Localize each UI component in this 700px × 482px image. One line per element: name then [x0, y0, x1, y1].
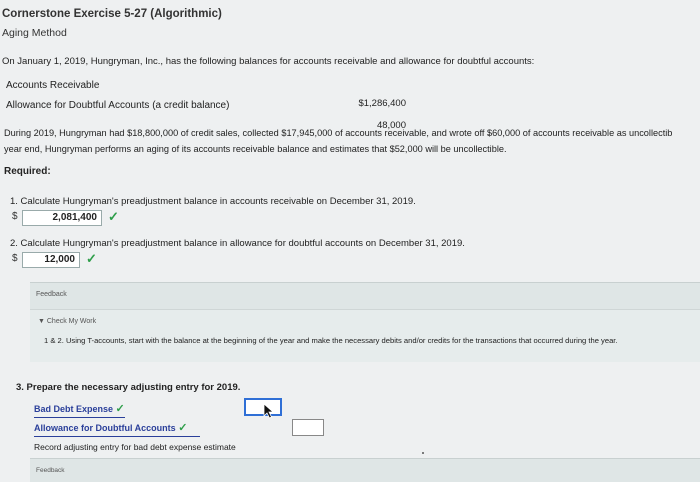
check-icon: ✓ [108, 209, 119, 224]
journal-account-allowance[interactable]: Allowance for Doubtful Accounts ✓ [34, 421, 188, 437]
question-2-answer-input[interactable]: 12,000 [22, 252, 80, 268]
exercise-subtitle: Aging Method [2, 27, 67, 39]
account-label: Allowance for Doubtful Accounts [34, 423, 176, 433]
credit-amount-input[interactable] [292, 419, 324, 436]
entry-divider [34, 436, 200, 437]
question-1-answer-input[interactable]: 2,081,400 [22, 210, 102, 226]
problem-during-line-2: year end, Hungryman performs an aging of… [4, 144, 507, 154]
balance-value-accounts-receivable: $1,286,400 [358, 98, 406, 109]
feedback-label: Feedback [36, 291, 67, 298]
check-my-work-hint: 1 & 2. Using T-accounts, start with the … [44, 336, 618, 345]
balance-label-allowance: Allowance for Doubtful Accounts (a credi… [6, 100, 230, 111]
mouse-cursor-icon [263, 403, 275, 419]
stray-mark [488, 134, 490, 136]
question-1-text: 1. Calculate Hungryman's preadjustment b… [10, 196, 416, 207]
check-my-work-section: ▼ Check My Work 1 & 2. Using T-accounts,… [30, 309, 700, 362]
problem-during-line-1: During 2019, Hungryman had $18,800,000 o… [4, 128, 673, 138]
check-my-work-toggle[interactable]: ▼ Check My Work [38, 318, 96, 325]
question-2-text: 2. Calculate Hungryman's preadjustment b… [10, 238, 465, 249]
feedback-label-2: Feedback [36, 467, 65, 474]
question-1-currency: $ [12, 211, 18, 222]
account-label: Bad Debt Expense [34, 404, 114, 414]
check-icon: ✓ [178, 422, 188, 434]
balance-label-accounts-receivable: Accounts Receivable [6, 80, 100, 91]
question-3-text: 3. Prepare the necessary adjusting entry… [16, 382, 241, 393]
required-heading: Required: [4, 166, 51, 177]
stray-mark [422, 452, 424, 454]
question-2-currency: $ [12, 253, 18, 264]
exercise-title: Cornerstone Exercise 5-27 (Algorithmic) [2, 8, 222, 20]
problem-intro: On January 1, 2019, Hungryman, Inc., has… [2, 56, 535, 67]
check-icon: ✓ [115, 403, 125, 415]
feedback-panel-2: Feedback [30, 458, 700, 482]
entry-description: Record adjusting entry for bad debt expe… [34, 442, 236, 452]
check-icon: ✓ [86, 251, 97, 266]
feedback-panel: Feedback ▼ Check My Work 1 & 2. Using T-… [30, 282, 700, 362]
journal-account-bad-debt-expense[interactable]: Bad Debt Expense ✓ [34, 402, 125, 418]
